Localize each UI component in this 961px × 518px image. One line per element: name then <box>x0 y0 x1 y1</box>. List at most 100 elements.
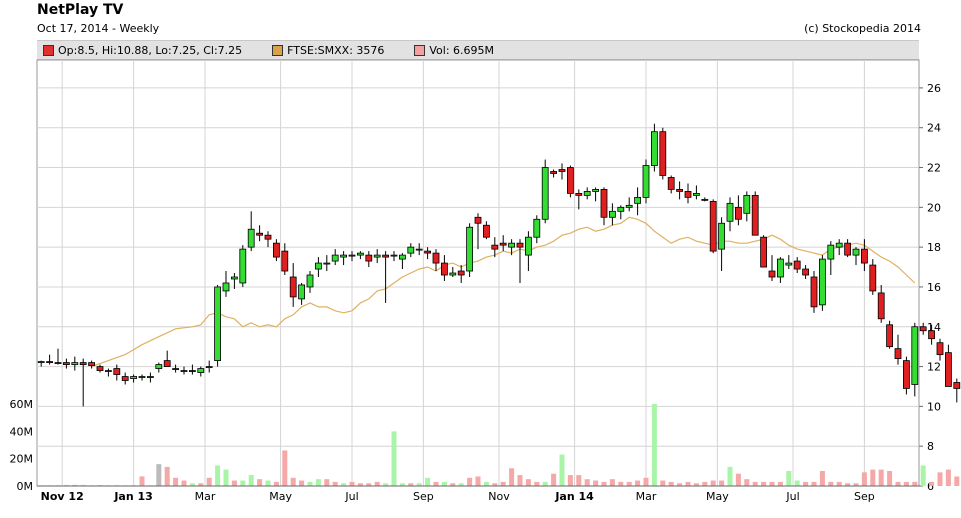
x-tick-label: Nov 12 <box>41 490 84 503</box>
candle <box>239 245 247 287</box>
candle-body <box>457 270 465 276</box>
volume-bar <box>139 476 145 486</box>
volume-bar <box>937 472 943 486</box>
candle-body <box>96 366 104 371</box>
candle-body <box>516 242 524 248</box>
x-tick-label: May <box>706 490 729 503</box>
candle-body <box>281 250 289 272</box>
price-tick-label: 22 <box>927 162 941 175</box>
candle-body <box>852 248 860 256</box>
candle-body <box>407 246 415 254</box>
candle-body <box>575 192 583 196</box>
volume-bar <box>836 481 842 486</box>
volume-bar <box>299 480 305 486</box>
volume-bar <box>803 481 809 486</box>
volume-tick-label: 20M <box>10 453 34 466</box>
volume-bar <box>567 475 573 486</box>
candle-body <box>46 361 53 363</box>
candle-body <box>642 165 650 198</box>
candle <box>936 338 944 361</box>
volume-bar <box>215 465 221 486</box>
volume-bar <box>240 480 246 486</box>
candle-body <box>928 330 935 340</box>
candle-body <box>911 326 919 385</box>
candle-body <box>491 244 499 250</box>
candle-body <box>827 244 835 260</box>
volume-bar <box>273 481 279 486</box>
candle-body <box>499 242 507 246</box>
candle <box>953 378 961 403</box>
candle-body <box>289 276 297 298</box>
volume-bar <box>777 481 783 486</box>
candle-body <box>701 198 709 201</box>
candle-body <box>533 218 541 238</box>
candle-body <box>550 171 557 174</box>
volume-bar <box>878 469 884 486</box>
candle-body <box>415 248 423 251</box>
candle-body <box>398 254 406 260</box>
candle-body <box>861 248 868 264</box>
candle-body <box>188 370 196 372</box>
candle <box>903 356 910 395</box>
volume-bar <box>819 470 825 486</box>
candle <box>541 159 549 224</box>
candle-body <box>600 189 608 218</box>
volume-bar <box>635 480 641 486</box>
candle-body <box>205 366 213 368</box>
volume-bar <box>349 481 355 486</box>
candle-body <box>634 196 641 204</box>
volume-bar <box>223 469 229 486</box>
x-tick-label: Jul <box>344 490 358 503</box>
volume-bar <box>181 480 187 486</box>
candle-body <box>71 362 79 365</box>
candle-body <box>482 224 490 238</box>
candle-body <box>54 362 62 364</box>
price-tick-label: 10 <box>927 400 941 413</box>
volume-bar <box>752 481 758 486</box>
volume-bar <box>307 481 313 486</box>
volume-bar <box>912 481 918 486</box>
volume-bar <box>576 475 582 486</box>
volume-tick-label: 40M <box>10 425 34 438</box>
candle-body <box>835 242 843 248</box>
candle <box>945 344 952 387</box>
x-tick-label: May <box>269 490 292 503</box>
x-tick-label: Sep <box>854 490 875 503</box>
candle-body <box>558 169 566 172</box>
candle-body <box>760 236 767 268</box>
candle-body <box>886 324 893 348</box>
candle-body <box>197 368 205 373</box>
volume-bar <box>811 481 817 486</box>
candle-body <box>474 216 482 224</box>
volume-bar <box>509 468 515 486</box>
candle-body <box>768 270 776 278</box>
volume-bar <box>441 481 447 486</box>
candle-body <box>348 254 356 257</box>
candle-body <box>130 376 138 379</box>
x-tick-label: Jan 13 <box>113 490 152 503</box>
candle-body <box>953 382 961 389</box>
volume-bar <box>593 480 599 486</box>
candle-body <box>802 268 809 276</box>
candle-body <box>567 167 574 194</box>
candle-body <box>810 276 818 308</box>
candle-body <box>945 352 952 387</box>
candle <box>659 127 667 180</box>
candle-body <box>172 368 180 370</box>
candle-body <box>37 361 45 363</box>
candle-body <box>432 252 440 264</box>
price-tick-label: 24 <box>927 122 941 135</box>
candle-body <box>609 210 616 218</box>
candle-body <box>79 362 87 365</box>
candle <box>810 271 818 313</box>
candle-body <box>298 284 306 300</box>
volume-bar <box>517 475 523 486</box>
candle-body <box>659 131 667 176</box>
volume-bar <box>500 481 506 486</box>
candle-body <box>247 228 255 248</box>
candle <box>642 159 650 204</box>
candle <box>819 255 826 311</box>
candle <box>567 165 574 198</box>
volume-bar <box>685 481 691 486</box>
candle-body <box>819 258 826 306</box>
